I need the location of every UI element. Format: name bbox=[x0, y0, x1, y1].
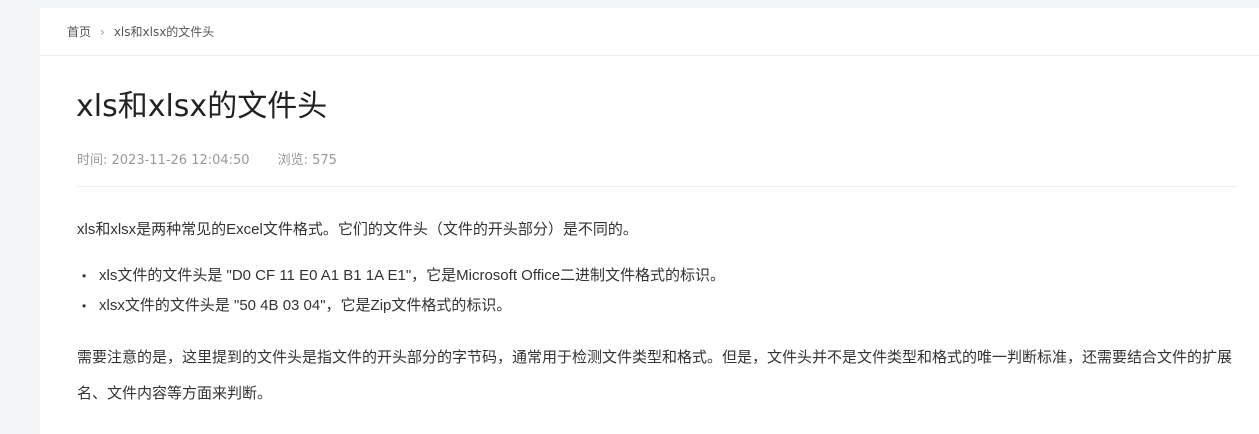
article-meta: 时间: 2023-11-26 12:04:50 浏览: 575 bbox=[77, 151, 337, 171]
intro-paragraph: xls和xlsx是两种常见的Excel文件格式。它们的文件头（文件的开头部分）是… bbox=[77, 221, 638, 238]
list-item: • xlsx文件的文件头是 "50 4B 03 04"，它是Zip文件格式的标识。 bbox=[82, 291, 1247, 321]
header-list: • xls文件的文件头是 "D0 CF 11 E0 A1 B1 1A E1"，它是… bbox=[77, 261, 1247, 321]
publish-time: 时间: 2023-11-26 12:04:50 bbox=[77, 153, 250, 168]
breadcrumb-separator-icon: › bbox=[100, 25, 105, 39]
bullet-icon: • bbox=[82, 299, 87, 313]
list-item: • xls文件的文件头是 "D0 CF 11 E0 A1 B1 1A E1"，它是… bbox=[82, 261, 1247, 291]
meta-divider bbox=[77, 186, 1238, 187]
article-title: xls和xlsx的文件头 bbox=[76, 89, 328, 124]
list-item-text: xls文件的文件头是 "D0 CF 11 E0 A1 B1 1A E1"，它是M… bbox=[99, 267, 726, 284]
list-item-text: xlsx文件的文件头是 "50 4B 03 04"，它是Zip文件格式的标识。 bbox=[99, 297, 512, 314]
article-card: 首页 › xls和xlsx的文件头 xls和xlsx的文件头 时间: 2023-11… bbox=[40, 8, 1259, 434]
view-count: 浏览: 575 bbox=[277, 153, 337, 168]
breadcrumb-home-link[interactable]: 首页 bbox=[67, 25, 91, 39]
breadcrumb-divider bbox=[40, 55, 1259, 56]
breadcrumb-current: xls和xlsx的文件头 bbox=[113, 25, 215, 39]
note-paragraph: 需要注意的是，这里提到的文件头是指文件的开头部分的字节码，通常用于检测文件类型和… bbox=[77, 349, 1233, 402]
breadcrumb: 首页 › xls和xlsx的文件头 bbox=[67, 22, 214, 42]
article-content: xls和xlsx是两种常见的Excel文件格式。它们的文件头（文件的开头部分）是… bbox=[77, 218, 1247, 412]
bullet-icon: • bbox=[82, 269, 87, 283]
